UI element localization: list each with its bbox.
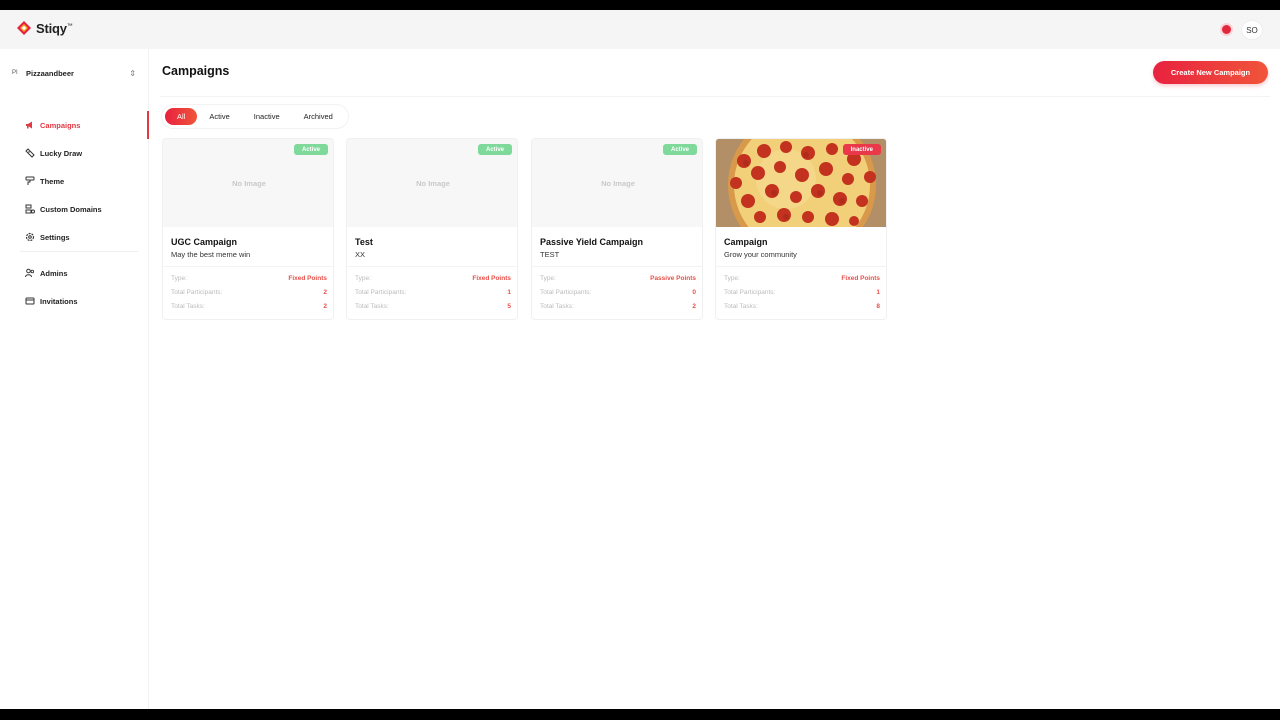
header-divider — [160, 96, 1270, 97]
ticket-icon — [25, 148, 35, 158]
gear-icon — [25, 232, 35, 242]
status-badge: Active — [477, 144, 512, 155]
app-name: Stiqy™ — [36, 20, 73, 36]
campaign-subtitle: Grow your community — [724, 250, 797, 259]
campaign-subtitle: May the best meme win — [171, 250, 251, 259]
org-name: Pizzaandbeer — [26, 68, 74, 78]
page-title: Campaigns — [162, 64, 230, 78]
chevron-up-down-icon: ⇕ — [129, 68, 136, 78]
stat-type: Type: Fixed Points — [171, 275, 327, 282]
sidebar-item-theme[interactable]: Theme — [0, 172, 149, 190]
top-bar: Stiqy™ SO — [0, 10, 1280, 49]
no-image-label: No Image — [416, 178, 450, 188]
create-new-campaign-button[interactable]: Create New Campaign — [1153, 61, 1268, 84]
stat-tasks: Total Tasks: 5 — [355, 303, 511, 310]
no-image-label: No Image — [601, 178, 635, 188]
no-image-label: No Image — [232, 178, 266, 188]
app-logo[interactable]: Stiqy™ — [16, 20, 73, 36]
card-divider — [716, 266, 886, 267]
stat-participants: Total Participants: 1 — [724, 289, 880, 296]
campaign-card[interactable]: No Image Active UGC Campaign May the bes… — [162, 138, 334, 320]
stat-tasks: Total Tasks: 2 — [171, 303, 327, 310]
campaign-card[interactable]: No Image Active Test XX Type: Fixed Point… — [346, 138, 518, 320]
campaign-filter-tabs: All Active Inactive Archived — [162, 105, 348, 128]
campaign-title: Passive Yield Campaign — [540, 237, 644, 247]
campaign-title: Test — [355, 237, 373, 247]
tab-archived[interactable]: Archived — [292, 108, 345, 125]
sidebar-item-campaigns[interactable]: Campaigns — [0, 111, 149, 139]
notification-dot-icon[interactable] — [1222, 25, 1231, 34]
stat-type: Type: Fixed Points — [724, 275, 880, 282]
stat-participants: Total Participants: 1 — [355, 289, 511, 296]
user-avatar[interactable]: SO — [1241, 20, 1263, 40]
tab-all[interactable]: All — [165, 108, 198, 125]
stat-type: Type: Passive Points — [540, 275, 696, 282]
status-badge: Active — [662, 144, 697, 155]
paint-roller-icon — [25, 176, 35, 185]
campaign-title: Campaign — [724, 237, 768, 247]
sidebar-item-custom-domains[interactable]: Custom Domains — [0, 200, 149, 218]
app-viewport: Stiqy™ SO PI Pizzaandbeer ⇕ Campaigns Lu… — [0, 10, 1280, 709]
megaphone-icon — [26, 121, 32, 129]
org-switcher[interactable]: PI Pizzaandbeer ⇕ — [12, 64, 136, 82]
card-divider — [532, 266, 702, 267]
campaign-card[interactable]: No Image Active Passive Yield Campaign T… — [531, 138, 703, 320]
sidebar-item-lucky-draw[interactable]: Lucky Draw — [0, 144, 149, 162]
org-initial: PI — [12, 70, 18, 76]
sidebar-item-admins[interactable]: Admins — [0, 264, 149, 282]
stat-tasks: Total Tasks: 8 — [724, 303, 880, 310]
sidebar: PI Pizzaandbeer ⇕ Campaigns Lucky Draw T… — [0, 49, 149, 709]
campaign-subtitle: TEST — [540, 250, 560, 259]
stiqy-logo-icon — [17, 21, 31, 35]
tab-active[interactable]: Active — [197, 108, 241, 125]
tab-inactive[interactable]: Inactive — [242, 108, 292, 125]
campaign-card[interactable]: Inactive Campaign Grow your community Ty… — [715, 138, 887, 320]
card-divider — [163, 266, 333, 267]
stat-type: Type: Fixed Points — [355, 275, 511, 282]
status-badge: Active — [293, 144, 328, 155]
sidebar-divider — [20, 251, 138, 252]
sidebar-item-invitations[interactable]: Invitations — [0, 292, 149, 310]
stat-participants: Total Participants: 0 — [540, 289, 696, 296]
stat-participants: Total Participants: 2 — [171, 289, 327, 296]
card-divider — [347, 266, 517, 267]
domain-icon — [25, 204, 35, 214]
sidebar-item-settings[interactable]: Settings — [0, 228, 149, 246]
campaign-title: UGC Campaign — [171, 237, 238, 247]
users-icon — [25, 268, 35, 278]
stat-tasks: Total Tasks: 2 — [540, 303, 696, 310]
invitation-card-icon — [25, 297, 35, 305]
campaign-subtitle: XX — [355, 250, 366, 259]
status-badge: Inactive — [842, 144, 881, 155]
